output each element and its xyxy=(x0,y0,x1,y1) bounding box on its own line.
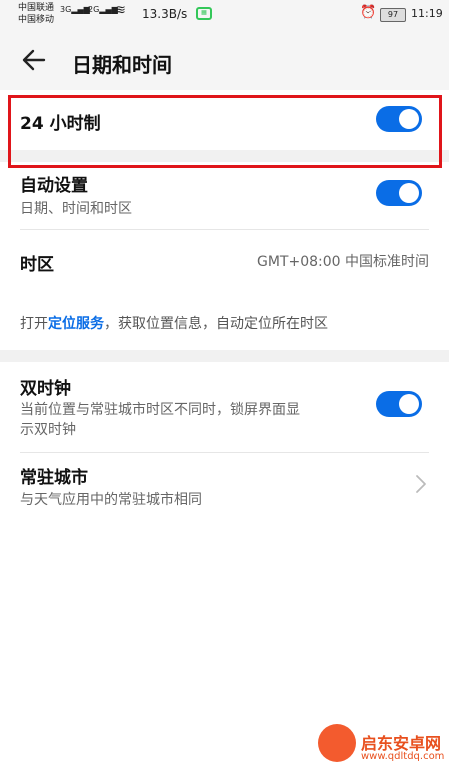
back-arrow-icon[interactable] xyxy=(20,46,48,74)
watermark-logo-icon xyxy=(318,724,356,762)
row-auto-set-desc: 日期、时间和时区 xyxy=(20,201,132,217)
row-dual-clock-label: 双时钟 xyxy=(20,379,71,399)
app-header: 日期和时间 xyxy=(0,32,449,90)
network-speed: 13.3B/s xyxy=(142,7,188,21)
divider xyxy=(20,229,429,230)
notification-app-icon: ▦ xyxy=(196,7,212,20)
carrier-2: 中国移动 xyxy=(18,15,55,25)
timezone-value: GMT+08:00 中国标准时间 xyxy=(256,254,429,270)
toggle-auto-set[interactable] xyxy=(376,180,422,206)
location-service-note: 打开定位服务，获取位置信息，自动定位所在时区 xyxy=(20,316,328,332)
highlight-box xyxy=(8,95,442,168)
alarm-icon: ⏰ xyxy=(360,5,377,20)
clock-settings-group: 双时钟 当前位置与常驻城市时区不同时，锁屏界面显 示双时钟 常驻城市 与天气应用… xyxy=(0,362,449,771)
watermark-url: www.qdltdq.com xyxy=(361,751,445,762)
signal-2-icon: 2G▂▄▆ xyxy=(88,5,118,14)
chevron-right-icon xyxy=(416,475,426,493)
wifi-icon: ≋ xyxy=(115,3,126,18)
row-auto-set-label: 自动设置 xyxy=(20,176,88,196)
signal-1-icon: 3G▂▄▆ xyxy=(60,5,90,14)
carrier-info: 中国联通 中国移动 xyxy=(18,2,54,26)
carrier-1: 中国联通 xyxy=(18,3,55,13)
page-title: 日期和时间 xyxy=(72,53,172,77)
status-bar: 中国联通 中国移动 3G▂▄▆ 2G▂▄▆ ≋ 13.3B/s ▦ ⏰ 97 1… xyxy=(0,0,449,32)
battery-icon: 97 xyxy=(380,8,406,22)
battery-level: 97 xyxy=(387,10,399,19)
row-home-city-label: 常驻城市 xyxy=(20,468,88,488)
section-gap xyxy=(0,350,449,362)
status-time: 11:19 xyxy=(411,7,443,20)
location-service-link[interactable]: 定位服务 xyxy=(48,316,104,332)
toggle-dual-clock[interactable] xyxy=(376,391,422,417)
row-home-city-desc: 与天气应用中的常驻城市相同 xyxy=(20,492,202,508)
row-timezone-label: 时区 xyxy=(20,255,54,275)
row-dual-clock-desc-1: 当前位置与常驻城市时区不同时，锁屏界面显 xyxy=(20,402,300,418)
divider xyxy=(20,452,429,453)
row-dual-clock-desc-2: 示双时钟 xyxy=(20,422,76,438)
